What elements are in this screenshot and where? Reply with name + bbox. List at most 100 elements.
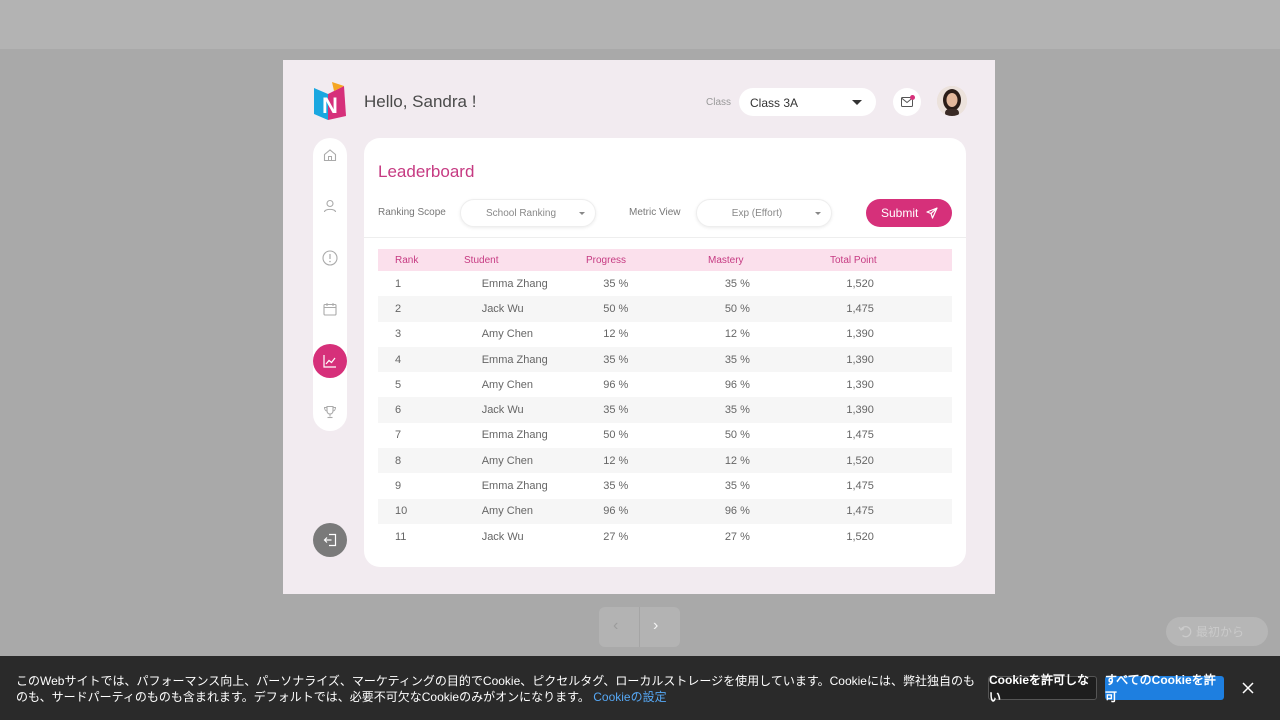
column-header-mastery[interactable]: Mastery: [708, 255, 830, 266]
close-icon[interactable]: [1240, 680, 1256, 696]
metric-view-select[interactable]: Exp (Effort): [696, 199, 832, 227]
send-icon: [926, 207, 938, 219]
cell-mastery: 50 %: [724, 302, 750, 315]
cell-total-point: 1,390: [846, 378, 874, 391]
table-row[interactable]: 2 Jack Wu 50 % 50 % 1,475: [378, 296, 952, 322]
cell-total-point: 1,520: [846, 530, 874, 543]
cell-rank: 7: [395, 429, 402, 442]
column-header-rank[interactable]: Rank: [378, 255, 464, 266]
next-slide-button[interactable]: ›: [653, 617, 658, 635]
cell-progress: 50 %: [603, 429, 629, 442]
table-row[interactable]: 11 Jack Wu 27 % 27 % 1,520: [378, 524, 952, 549]
cell-total-point: 1,475: [846, 429, 874, 442]
class-select-value: Class 3A: [750, 96, 799, 110]
cell-mastery: 35 %: [724, 353, 750, 366]
cookie-settings-link[interactable]: Cookieの設定: [593, 690, 666, 704]
cell-rank: 11: [395, 530, 407, 543]
metric-view-value: Exp (Effort): [731, 208, 783, 219]
cell-rank: 1: [395, 277, 402, 290]
alert-icon: [322, 250, 338, 266]
pager-divider: [639, 607, 640, 647]
mail-button[interactable]: [893, 88, 921, 116]
cell-progress: 35 %: [603, 277, 629, 290]
deny-cookies-button[interactable]: Cookieを許可しない: [988, 673, 1097, 704]
cell-student: Amy Chen: [481, 505, 534, 518]
cell-total-point: 1,520: [846, 454, 874, 467]
cell-student: Amy Chen: [481, 378, 534, 391]
cookie-banner: このWebサイトでは、パフォーマンス向上、パーソナライズ、マーケティングの目的で…: [0, 656, 1280, 720]
table-row[interactable]: 7 Emma Zhang 50 % 50 % 1,475: [378, 423, 952, 448]
trophy-icon: [323, 405, 337, 419]
chart-icon: [323, 355, 336, 368]
leaderboard-card: Leaderboard Ranking Scope School Ranking…: [364, 138, 966, 567]
cell-student: Emma Zhang: [481, 353, 548, 366]
column-header-student[interactable]: Student: [464, 255, 586, 266]
sidebar-item-profile[interactable]: [313, 189, 347, 223]
cell-progress: 35 %: [603, 353, 629, 366]
table-row[interactable]: 1 Emma Zhang 35 % 35 % 1,520: [378, 271, 952, 296]
table-row[interactable]: 8 Amy Chen 12 % 12 % 1,520: [378, 448, 952, 474]
cell-mastery: 35 %: [724, 277, 750, 290]
cell-progress: 27 %: [603, 530, 629, 543]
column-header-total-point[interactable]: Total Point: [830, 255, 936, 266]
ranking-scope-select[interactable]: School Ranking: [460, 199, 596, 227]
avatar[interactable]: [937, 86, 967, 116]
cell-rank: 5: [395, 378, 402, 391]
table-body: 1 Emma Zhang 35 % 35 % 1,520 2 Jack Wu 50 % 50 %…: [378, 271, 952, 549]
restart-button[interactable]: 最初から: [1166, 617, 1268, 646]
leaderboard-table: Rank Student Progress Mastery Total Poin…: [378, 249, 952, 549]
cell-mastery: 35 %: [724, 404, 750, 417]
user-icon: [323, 199, 337, 213]
notification-dot: [910, 95, 915, 100]
cell-rank: 4: [395, 353, 402, 366]
sidebar-item-leaderboard[interactable]: [313, 344, 347, 378]
ranking-scope-label: Ranking Scope: [378, 207, 446, 218]
chevron-down-icon: [852, 100, 862, 105]
cell-mastery: 96 %: [724, 378, 750, 391]
cell-student: Jack Wu: [481, 530, 524, 543]
cell-progress: 12 %: [603, 328, 629, 341]
table-row[interactable]: 4 Emma Zhang 35 % 35 % 1,390: [378, 346, 952, 373]
cell-student: Jack Wu: [481, 404, 524, 417]
cell-student: Emma Zhang: [481, 277, 548, 290]
sidebar-item-alerts[interactable]: [313, 241, 347, 275]
cell-mastery: 12 %: [724, 454, 750, 467]
calendar-icon: [323, 303, 337, 316]
cell-rank: 8: [395, 454, 402, 467]
cell-progress: 35 %: [603, 480, 629, 493]
logout-icon: [323, 533, 337, 547]
cell-student: Amy Chen: [481, 328, 534, 341]
table-row[interactable]: 6 Jack Wu 35 % 35 % 1,390: [378, 397, 952, 423]
table-row[interactable]: 10 Amy Chen 96 % 96 % 1,475: [378, 498, 952, 524]
page-title: Leaderboard: [378, 162, 475, 181]
sidebar-item-home[interactable]: [313, 138, 347, 172]
submit-label: Submit: [881, 206, 919, 220]
logout-button[interactable]: [313, 523, 347, 557]
cell-mastery: 96 %: [724, 505, 750, 518]
cell-total-point: 1,475: [846, 302, 874, 315]
sidebar-item-trophy[interactable]: [313, 395, 347, 429]
cell-rank: 9: [395, 480, 402, 493]
allow-all-cookies-button[interactable]: すべてのCookieを許可: [1105, 673, 1224, 704]
sidebar-nav: [313, 138, 347, 431]
column-header-progress[interactable]: Progress: [586, 255, 708, 266]
class-select[interactable]: Class 3A: [739, 88, 876, 116]
cell-student: Emma Zhang: [481, 480, 548, 493]
divider: [364, 237, 966, 238]
cell-rank: 6: [395, 404, 402, 417]
table-row[interactable]: 5 Amy Chen 96 % 96 % 1,390: [378, 372, 952, 397]
submit-button[interactable]: Submit: [866, 199, 952, 227]
prev-slide-button[interactable]: ‹: [613, 617, 618, 635]
metric-view-label: Metric View: [629, 207, 681, 218]
chevron-down-icon: [579, 212, 585, 215]
cell-mastery: 12 %: [724, 328, 750, 341]
svg-text:N: N: [322, 93, 338, 118]
ranking-scope-value: School Ranking: [485, 208, 557, 219]
table-row[interactable]: 3 Amy Chen 12 % 12 % 1,390: [378, 322, 952, 347]
cell-rank: 2: [395, 302, 402, 315]
table-row[interactable]: 9 Emma Zhang 35 % 35 % 1,475: [378, 473, 952, 498]
cell-progress: 12 %: [603, 454, 629, 467]
cookie-text: このWebサイトでは、パフォーマンス向上、パーソナライズ、マーケティングの目的で…: [16, 673, 976, 705]
sidebar-item-calendar[interactable]: [313, 292, 347, 326]
cell-total-point: 1,390: [846, 404, 874, 417]
